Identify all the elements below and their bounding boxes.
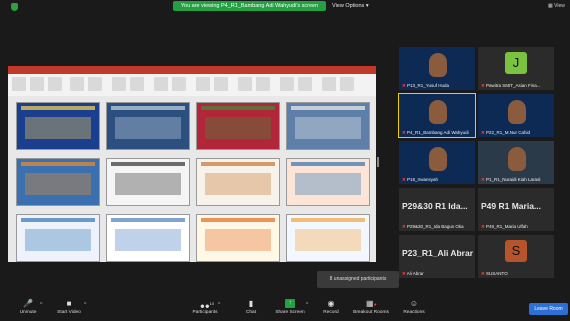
participant-tile[interactable]: P23_R1_Ali Abrar ✖ Ali Abrar: [399, 235, 475, 278]
slide-thumbnail[interactable]: [196, 214, 280, 262]
chat-icon: ▮: [248, 299, 254, 308]
breakout-rooms-label: Breakout Rooms: [353, 310, 389, 315]
participant-name: P18_Irwansyah: [407, 177, 439, 182]
participant-name: P29&30_R1_Ida Bagus Oka: [407, 224, 464, 229]
participant-name-label: ✖ Ali Abrar: [402, 271, 424, 277]
participant-name-label: ✖ P13_R1_Yusuf Huda: [402, 83, 449, 89]
participant-tile[interactable]: P29&30 R1 Ida... ✖ P29&30_R1_Ida Bagus Ok…: [399, 188, 475, 231]
participant-tile[interactable]: ✖ P1_R1_Nuraidi Kiah Larasl: [478, 141, 554, 184]
participant-face: [429, 100, 447, 124]
participant-name-label: ✖ P18_Irwansyah: [402, 177, 438, 183]
participants-label: Participants: [192, 310, 218, 315]
shield-icon[interactable]: [11, 3, 18, 11]
share-options-chevron[interactable]: ^: [306, 302, 308, 308]
participant-name: SUSANTO: [486, 271, 508, 276]
view-options-label: View Options: [332, 3, 365, 9]
splitter-handle[interactable]: [377, 157, 379, 167]
participant-face: [429, 53, 447, 77]
slide-thumbnail[interactable]: [16, 102, 100, 150]
slide-thumbnail[interactable]: [106, 158, 190, 206]
shared-screen: [8, 66, 376, 262]
participant-display-name: P49 R1 Maria...: [481, 201, 542, 211]
slide-thumbnail[interactable]: [16, 158, 100, 206]
video-off-icon: ■: [66, 299, 72, 308]
chat-button[interactable]: ▮ Chat: [240, 294, 262, 321]
reactions-icon: ☺: [409, 299, 419, 308]
participants-button[interactable]: ●●10 Participants: [188, 294, 222, 321]
share-screen-label: Share Screen: [275, 310, 305, 315]
participant-tile[interactable]: ✖ P18_Irwansyah: [399, 141, 475, 184]
participant-tile[interactable]: ✖ P13_R1_Yusuf Huda: [399, 47, 475, 90]
participant-name-label: ✖ P1_R1_Nuraidi Kiah Larasl: [481, 177, 540, 183]
grid-icon: ▦: [548, 3, 553, 9]
participant-face: [508, 147, 526, 171]
slide-thumbnail[interactable]: [16, 214, 100, 262]
participant-name: Ali Abrar: [406, 271, 424, 276]
slide-thumbnail[interactable]: [106, 214, 190, 262]
reactions-button[interactable]: ☺ Reactions: [398, 294, 430, 321]
share-screen-icon: ↑: [285, 299, 295, 308]
participant-tile[interactable]: ✖ P4_R1_Bambang Adi Wahyudi: [398, 93, 476, 138]
avatar: S: [505, 240, 527, 262]
view-button[interactable]: ▦ View: [548, 3, 565, 9]
breakout-rooms-icon: ▦●: [366, 299, 377, 308]
participant-name-label: ✖ P4_R1_Bambang Adi Wahyudi: [402, 130, 469, 136]
slide-thumbnail[interactable]: [106, 102, 190, 150]
participant-name-label: ✖ P49_R1_Maria Ulfah: [481, 224, 528, 230]
participant-name: P4_R1_Bambang Adi Wahyudi: [407, 130, 469, 135]
participant-tile[interactable]: S ✖ SUSANTO: [478, 235, 554, 278]
ribbon-tabs: [8, 66, 376, 74]
start-video-button[interactable]: ■ Start Video: [52, 294, 86, 321]
participant-name: P49_R1_Maria Ulfah: [486, 224, 528, 229]
participant-name: Pawitra SMIT_Asian Fina...: [486, 83, 541, 88]
participant-tile[interactable]: P49 R1 Maria... ✖ P49_R1_Maria Ulfah: [478, 188, 554, 231]
participant-name: P13_R1_Yusuf Huda: [407, 83, 450, 88]
slide-thumbnail[interactable]: [196, 158, 280, 206]
meeting-toolbar: 🎤 Unmute ^ ■ Start Video ^ ●●10 Particip…: [0, 294, 570, 321]
video-options-chevron[interactable]: ^: [84, 302, 86, 308]
slide-sorter: [8, 96, 376, 262]
participant-display-name: P23_R1_Ali Abrar: [402, 248, 474, 258]
chat-label: Chat: [245, 310, 257, 315]
start-video-label: Start Video: [57, 310, 81, 315]
participant-face: [429, 147, 447, 171]
record-icon: ◉: [327, 299, 335, 308]
participant-name: P22_R1_M.Nur Cahid: [486, 130, 531, 135]
participant-display-name: P29&30 R1 Ida...: [402, 201, 468, 211]
participant-name-label: ✖ P29&30_R1_Ida Bagus Oka: [402, 224, 464, 230]
participants-icon: ●●10: [200, 301, 215, 311]
unmute-label: Unmute: [19, 310, 37, 315]
breakout-rooms-button[interactable]: ▦● Breakout Rooms: [350, 294, 392, 321]
view-label: View: [554, 3, 565, 9]
leave-room-button[interactable]: Leave Room: [529, 303, 568, 315]
participants-count: 10: [209, 301, 215, 306]
reactions-label: Reactions: [403, 310, 425, 315]
audio-options-chevron[interactable]: ^: [40, 302, 42, 308]
record-label: Record: [323, 310, 339, 315]
view-options-button[interactable]: View Options ▾: [332, 1, 380, 11]
slide-thumbnail[interactable]: [286, 102, 370, 150]
participant-tile[interactable]: ✖ P22_R1_M.Nur Cahid: [478, 94, 554, 137]
microphone-muted-icon: 🎤: [23, 299, 33, 308]
participant-name-label: ✖ P22_R1_M.Nur Cahid: [481, 130, 530, 136]
record-button[interactable]: ◉ Record: [318, 294, 344, 321]
participant-name: P1_R1_Nuraidi Kiah Larasl: [486, 177, 541, 182]
participant-face: [508, 100, 526, 124]
participant-name-label: ✖ Pawitra SMIT_Asian Fina...: [481, 83, 541, 89]
participant-tile[interactable]: J ✖ Pawitra SMIT_Asian Fina...: [478, 47, 554, 90]
slide-thumbnail[interactable]: [286, 214, 370, 262]
slide-thumbnail[interactable]: [286, 158, 370, 206]
ribbon-toolbar: [8, 74, 376, 97]
participants-options-chevron[interactable]: ^: [218, 302, 220, 308]
chevron-down-icon: ▾: [365, 3, 369, 9]
share-screen-button[interactable]: ↑ Share Screen: [270, 294, 310, 321]
slide-thumbnail[interactable]: [196, 102, 280, 150]
participant-name-label: ✖ SUSANTO: [481, 271, 508, 277]
viewing-banner: You are viewing P4_R1_Bambang Adi Wahyud…: [173, 1, 326, 11]
avatar: J: [505, 52, 527, 74]
unassigned-participants-tooltip: 8 unassigned participants: [317, 271, 399, 288]
